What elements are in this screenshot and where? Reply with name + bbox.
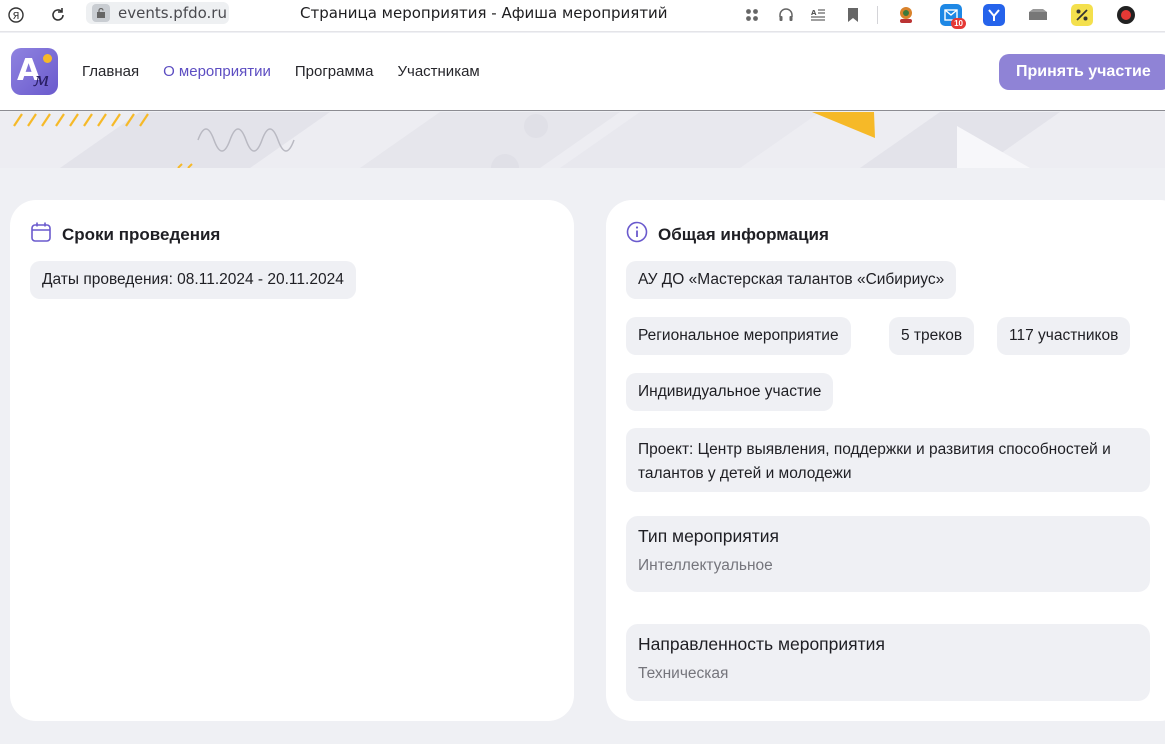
general-info-header: Общая информация [626,221,829,248]
schedule-card-header: Сроки проведения [30,221,220,248]
extension-avatar-icon[interactable] [895,4,917,26]
yandex-browser-icon[interactable]: Я [6,4,26,26]
project-chip: Проект: Центр выявления, поддержки и раз… [626,428,1150,492]
svg-text:Я: Я [13,11,20,22]
nav-program[interactable]: Программа [295,63,374,80]
join-button[interactable]: Принять участие [999,54,1165,90]
unlock-icon[interactable] [92,4,110,22]
nav-home[interactable]: Главная [82,63,139,80]
apps-grid-icon[interactable] [741,4,763,26]
site-header: A м Главная О мероприятии Программа Учас… [0,33,1165,111]
adblock-icon[interactable] [1115,4,1137,26]
event-type-label: Тип мероприятия [638,526,779,546]
inbox-tray-icon[interactable] [1027,4,1049,26]
calendar-icon [30,221,52,248]
event-direction-block: Направленность мероприятия Техническая [626,624,1150,701]
participation-chip: Индивидуальное участие [626,373,834,411]
schedule-card: Сроки проведения Даты проведения: 08.11.… [10,200,574,721]
schedule-title: Сроки проведения [62,224,221,244]
reload-icon[interactable] [48,4,68,26]
discount-icon[interactable] [1071,4,1093,26]
main-nav: Главная О мероприятии Программа Участник… [82,63,480,80]
address-bar[interactable]: events.pfdo.ru [86,2,229,24]
toolbar-separator [877,6,878,24]
browser-toolbar: Я events.pfdo.ru Страница мероприятия - … [0,0,1165,32]
banner-pattern-graphic [13,112,1060,168]
mail-icon[interactable]: 10 [940,4,966,29]
level-chip: Региональное мероприятие [626,317,851,355]
participants-chip: 117 участников [997,317,1131,355]
general-info-card: Общая информация АУ ДО «Мастерская талан… [606,200,1165,721]
tracks-chip: 5 треков [889,317,975,355]
event-type-value: Интеллектуальное [638,557,773,574]
event-direction-label: Направленность мероприятия [638,634,885,654]
nav-about[interactable]: О мероприятии [163,63,271,80]
yandex-extension-icon[interactable] [983,4,1005,26]
url-text[interactable]: events.pfdo.ru [118,4,227,22]
bookmark-icon[interactable] [842,4,864,26]
tab-title: Страница мероприятия - Афиша мероприятий [300,4,668,22]
mail-badge: 10 [951,18,966,29]
event-type-block: Тип мероприятия Интеллектуальное [626,516,1150,592]
nav-participants[interactable]: Участникам [397,63,479,80]
organizer-chip: АУ ДО «Мастерская талантов «Сибириус» [626,261,957,299]
general-info-title: Общая информация [658,224,829,244]
event-dates: Даты проведения: 08.11.2024 - 20.11.2024 [30,261,356,299]
site-logo[interactable]: A м [11,48,58,95]
info-icon [626,221,648,248]
event-direction-value: Техническая [638,665,729,682]
headphones-icon[interactable] [775,4,797,26]
svg-text:A: A [811,9,817,17]
reader-mode-icon[interactable]: A [807,4,829,26]
decorative-banner [0,112,1165,168]
